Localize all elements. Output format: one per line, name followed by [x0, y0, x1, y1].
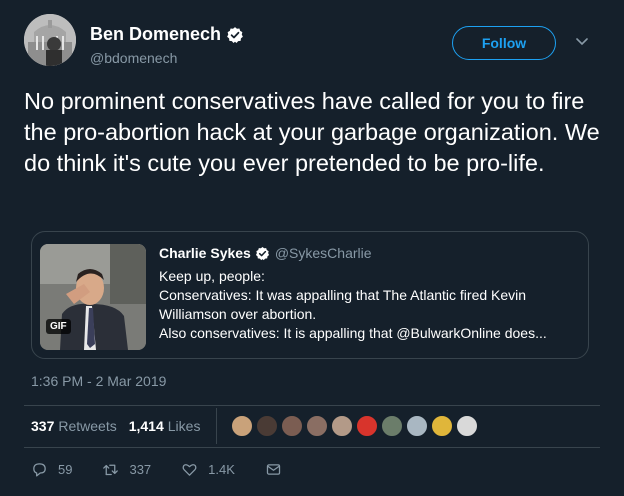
verified-badge-icon — [227, 26, 243, 43]
quoted-line: Conservatives: It was appalling that The… — [159, 287, 527, 303]
retweets-stat[interactable]: 337 Retweets — [31, 418, 117, 434]
retweets-label: Retweets — [58, 418, 117, 434]
quoted-line: Also conservatives: It is appalling that… — [159, 325, 547, 341]
chevron-down-icon[interactable] — [576, 38, 588, 46]
tweet-header: Ben Domenech @bdomenech Follow — [24, 14, 600, 70]
retweet-icon — [103, 464, 119, 476]
liker-avatar[interactable] — [331, 415, 354, 437]
author-display-name[interactable]: Ben Domenech — [90, 24, 221, 45]
quoted-tweet-text: Keep up, people: Conservatives: It was a… — [159, 267, 579, 343]
quoted-line: Williamson over abortion. — [159, 306, 317, 322]
heart-icon — [182, 464, 197, 476]
author-handle[interactable]: @bdomenech — [90, 50, 177, 66]
direct-message-action[interactable] — [265, 461, 292, 478]
liker-avatar[interactable] — [281, 415, 304, 437]
like-count: 1.4K — [208, 462, 235, 477]
divider — [24, 447, 600, 448]
reply-count: 59 — [58, 462, 73, 477]
envelope-icon — [266, 464, 281, 475]
liker-avatar[interactable] — [431, 415, 454, 437]
stats-separator — [216, 408, 218, 444]
liker-avatar[interactable] — [456, 415, 479, 437]
liker-avatar[interactable] — [406, 415, 429, 437]
likes-count: 1,414 — [128, 418, 164, 434]
retweets-count: 337 — [31, 418, 55, 434]
quoted-tweet[interactable]: GIF Charlie Sykes @SykesCharlie Keep up,… — [31, 231, 589, 359]
reply-action[interactable]: 59 — [31, 461, 72, 478]
like-action[interactable]: 1.4K — [181, 461, 235, 478]
quoted-line: Keep up, people: — [159, 268, 265, 284]
liker-avatar[interactable] — [231, 415, 254, 437]
tweet-stats: 337 Retweets 1,414 Likes — [31, 406, 601, 446]
quoted-author-name: Charlie Sykes — [159, 245, 251, 261]
likes-stat[interactable]: 1,414 Likes — [129, 418, 201, 434]
liker-avatar[interactable] — [256, 415, 279, 437]
retweet-action[interactable]: 337 — [102, 461, 151, 478]
tweet-text: No prominent conservatives have called f… — [24, 88, 600, 176]
tweet-timestamp[interactable]: 1:36 PM - 2 Mar 2019 — [31, 373, 166, 389]
reply-icon — [33, 463, 46, 477]
retweet-count: 337 — [129, 462, 152, 477]
quoted-author-row: Charlie Sykes @SykesCharlie — [159, 245, 372, 261]
verified-badge-icon — [255, 246, 269, 260]
liker-avatar[interactable] — [381, 415, 404, 437]
liker-avatar[interactable] — [356, 415, 379, 437]
likers-avatars — [231, 415, 481, 437]
tweet-actions: 59 337 1.4K — [31, 461, 322, 478]
follow-button[interactable]: Follow — [452, 26, 556, 60]
liker-avatar[interactable] — [306, 415, 329, 437]
likes-label: Likes — [167, 418, 201, 434]
author-avatar[interactable] — [24, 14, 76, 66]
quoted-author-handle: @SykesCharlie — [274, 245, 372, 261]
quoted-tweet-gif[interactable]: GIF — [40, 244, 146, 350]
gif-badge: GIF — [46, 319, 71, 334]
author-name-row[interactable]: Ben Domenech — [90, 24, 244, 45]
